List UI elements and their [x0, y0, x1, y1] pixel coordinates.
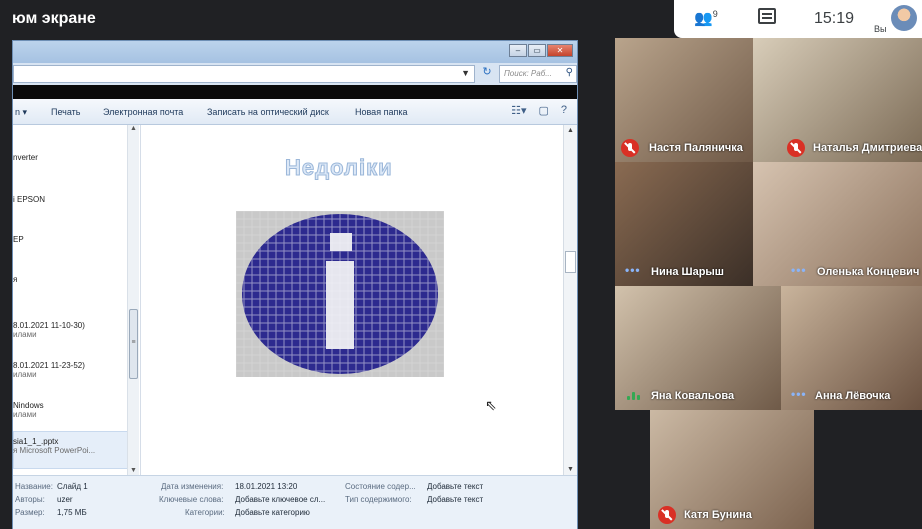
- detail-value: 18.01.2021 13:20: [235, 482, 298, 491]
- participant-tile[interactable]: Настя Паляничка: [615, 38, 753, 162]
- detail-value[interactable]: Добавьте ключевое сл...: [235, 495, 325, 504]
- organize-dropdown[interactable]: n ▾: [15, 107, 27, 118]
- detail-label: Ключевые слова:: [159, 495, 224, 504]
- participant-name: Яна Ковальова: [651, 390, 735, 402]
- participant-name: Нина Шарыш: [651, 266, 724, 278]
- refresh-icon[interactable]: ↻: [479, 65, 495, 83]
- participant-tile[interactable]: Наталья Дмитриева: [753, 38, 922, 162]
- window-titlebar: – ▭ ✕: [13, 41, 577, 63]
- chat-icon[interactable]: [758, 8, 776, 24]
- scroll-down-icon[interactable]: ▼: [567, 466, 574, 473]
- participant-name: Оленька Концевич: [817, 266, 920, 278]
- detail-label: Дата изменения:: [161, 482, 224, 491]
- detail-label: Размер:: [15, 508, 45, 517]
- search-placeholder: Поиск: Раб...: [504, 69, 552, 78]
- people-icon: 👥: [694, 10, 713, 27]
- list-item[interactable]: sia1_1_.pptx я Microsoft PowerPoi...: [13, 437, 95, 455]
- detail-label: Тип содержимого:: [345, 495, 412, 504]
- new-folder-button[interactable]: Новая папка: [355, 107, 407, 117]
- scroll-thumb[interactable]: [565, 251, 576, 273]
- meet-screen: юм экране 👥9 15:19 Вы – ▭ ✕ ▼ ↻ Поиск: Р…: [0, 0, 922, 529]
- slide-title: Недоліки: [285, 155, 393, 181]
- detail-value[interactable]: Добавьте категорию: [235, 508, 310, 517]
- navigation-pane: nverter i EPSON EP я 8.01.2021 11-10-30)…: [13, 125, 141, 475]
- participant-name: Катя Бунина: [684, 509, 752, 521]
- list-item[interactable]: 8.01.2021 11-23-52) илами: [13, 361, 85, 379]
- minimize-button[interactable]: –: [509, 44, 527, 57]
- info-icon: [236, 211, 444, 377]
- preview-pane: Недоліки: [141, 125, 563, 475]
- search-input[interactable]: Поиск: Раб... ⚲: [499, 65, 577, 83]
- mouse-cursor-icon: ⇖: [485, 397, 497, 413]
- detail-value[interactable]: uzer: [57, 495, 73, 504]
- views-icon[interactable]: ☷▾: [511, 104, 526, 117]
- email-button[interactable]: Электронная почта: [103, 107, 183, 117]
- list-item[interactable]: 8.01.2021 11-10-30) илами: [13, 321, 85, 339]
- detail-value[interactable]: Добавьте текст: [427, 482, 483, 491]
- maximize-button[interactable]: ▭: [528, 44, 546, 57]
- shared-screen-explorer: – ▭ ✕ ▼ ↻ Поиск: Раб... ⚲ n ▾ Печать Эле…: [12, 40, 578, 529]
- help-icon[interactable]: ?: [561, 104, 567, 117]
- preview-scrollbar[interactable]: ▲ ▼: [563, 125, 577, 475]
- participants-count: 9: [712, 9, 718, 19]
- list-item[interactable]: i EPSON: [13, 195, 45, 204]
- burn-button[interactable]: Записать на оптический диск: [207, 107, 329, 117]
- address-bar: ▼ ↻ Поиск: Раб... ⚲: [13, 63, 577, 85]
- detail-label: Категории:: [185, 508, 225, 517]
- more-options-icon[interactable]: •••: [625, 263, 641, 277]
- detail-label: Состояние содер...: [345, 482, 416, 491]
- more-options-icon[interactable]: •••: [791, 263, 807, 277]
- scroll-thumb[interactable]: ≡: [129, 309, 138, 379]
- avatar[interactable]: [891, 5, 917, 31]
- menu-strip: [13, 85, 577, 99]
- mic-off-icon: [621, 139, 639, 157]
- presentation-title: юм экране: [0, 0, 640, 38]
- more-options-icon[interactable]: •••: [791, 387, 807, 401]
- participant-name: Настя Паляничка: [649, 142, 743, 154]
- scroll-up-icon[interactable]: ▲: [130, 125, 137, 132]
- address-field[interactable]: ▼: [13, 65, 475, 83]
- list-item[interactable]: EP: [13, 235, 24, 244]
- participant-tile[interactable]: ••• Нина Шарыш: [615, 162, 753, 286]
- detail-label: Название:: [15, 482, 53, 491]
- details-pane: Название: Слайд 1 Авторы: uzer Размер: 1…: [13, 475, 577, 529]
- participant-tile[interactable]: ••• Анна Лёвочка: [781, 286, 922, 410]
- you-label: Вы: [874, 24, 887, 34]
- chevron-down-icon[interactable]: ▼: [461, 68, 470, 78]
- search-icon[interactable]: ⚲: [566, 67, 573, 78]
- mic-off-icon: [787, 139, 805, 157]
- scroll-up-icon[interactable]: ▲: [567, 127, 574, 134]
- meeting-top-bar: 👥9 15:19 Вы: [674, 0, 922, 38]
- detail-value[interactable]: Добавьте текст: [427, 495, 483, 504]
- participant-tile[interactable]: Яна Ковальова: [615, 286, 781, 410]
- close-button[interactable]: ✕: [547, 44, 573, 57]
- explorer-toolbar: n ▾ Печать Электронная почта Записать на…: [13, 99, 577, 125]
- people-button[interactable]: 👥9: [694, 9, 718, 27]
- mic-off-icon: [658, 506, 676, 524]
- preview-pane-icon[interactable]: ▢: [538, 104, 548, 117]
- speaking-indicator-icon: [627, 392, 640, 400]
- print-button[interactable]: Печать: [51, 107, 80, 117]
- list-item[interactable]: я: [13, 275, 17, 284]
- detail-value[interactable]: Слайд 1: [57, 482, 88, 491]
- participant-tile[interactable]: ••• Оленька Концевич: [753, 162, 922, 286]
- list-item[interactable]: nverter: [13, 153, 38, 162]
- scroll-down-icon[interactable]: ▼: [130, 467, 137, 474]
- detail-value: 1,75 МБ: [57, 508, 87, 517]
- participant-name: Наталья Дмитриева: [813, 142, 922, 154]
- participant-tile[interactable]: Катя Бунина: [650, 410, 814, 529]
- list-item[interactable]: Nindows илами: [13, 401, 44, 419]
- participant-name: Анна Лёвочка: [815, 390, 891, 402]
- detail-label: Авторы:: [15, 495, 45, 504]
- clock: 15:19: [814, 10, 855, 27]
- nav-scrollbar[interactable]: ▲ ≡ ▼: [127, 125, 139, 475]
